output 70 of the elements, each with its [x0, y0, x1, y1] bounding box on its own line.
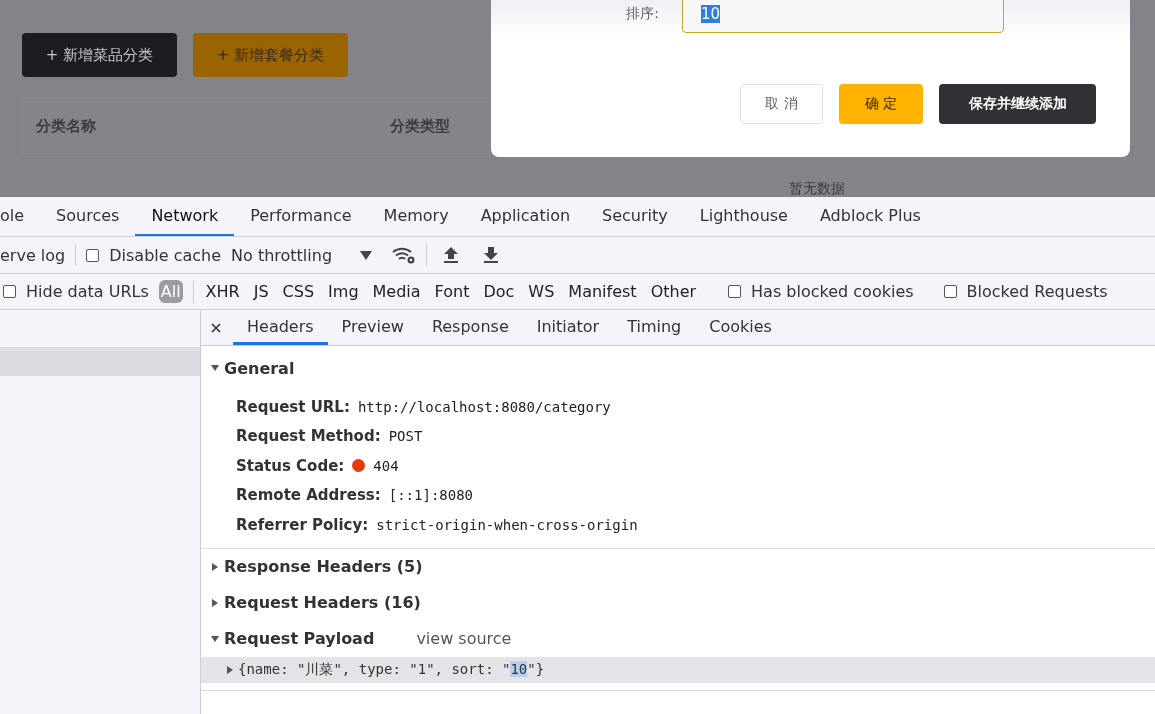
checkbox-label[interactable]: Blocked Requests — [966, 282, 1108, 301]
filter-type[interactable]: Manifest — [566, 280, 639, 303]
detail-tab[interactable]: Headers — [233, 310, 328, 345]
filter-type[interactable]: XHR — [203, 280, 242, 303]
section-title[interactable]: Request Payload — [224, 629, 375, 648]
filter-type[interactable]: JS — [251, 280, 271, 303]
throttling-select[interactable]: No throttling — [231, 245, 333, 265]
view-source-link[interactable]: view source — [416, 629, 512, 648]
detail-tab[interactable]: Preview — [327, 310, 418, 345]
detail-tab[interactable]: Cookies — [695, 310, 786, 345]
devtools-tab[interactable]: Security — [586, 197, 684, 236]
devtools-tab[interactable]: Sources — [40, 197, 136, 236]
devtools-tab[interactable]: Network — [135, 197, 235, 236]
devtools-tab[interactable]: ole — [0, 197, 41, 236]
devtools-tab[interactable]: Memory — [367, 197, 465, 236]
checkbox[interactable] — [86, 248, 100, 262]
close-icon[interactable] — [211, 322, 221, 333]
devtools-tab[interactable]: Lighthouse — [683, 197, 804, 236]
header-key: Request URL: — [236, 397, 350, 416]
preserve-log-label[interactable]: erve log — [0, 245, 66, 265]
header-key: Remote Address: — [236, 486, 381, 505]
filter-type[interactable]: Doc — [481, 280, 517, 303]
section-title[interactable]: General — [224, 358, 295, 378]
sort-field[interactable]: 10 — [682, 0, 1004, 33]
upload-icon[interactable] — [443, 246, 460, 264]
download-icon[interactable] — [483, 246, 500, 264]
header-key: Referrer Policy: — [236, 515, 369, 534]
collapse-triangle-icon[interactable] — [210, 597, 220, 608]
payload-object[interactable]: {name: "川菜", type: "1", sort: "10"} — [238, 660, 545, 679]
empty-text: 暂无数据 — [789, 180, 845, 197]
filter-type[interactable]: Media — [370, 280, 423, 303]
section-title[interactable]: Response Headers (5) — [224, 557, 423, 576]
filter-type[interactable]: Font — [432, 280, 472, 303]
detail-tab[interactable]: Response — [417, 310, 523, 345]
devtools-tab[interactable]: Adblock Plus — [803, 197, 937, 236]
column-header: 分类名称 — [35, 116, 97, 136]
filter-type[interactable]: Img — [326, 280, 361, 303]
detail-tab[interactable]: Timing — [613, 310, 696, 345]
header-key: Status Code: — [236, 456, 345, 475]
devtools-tab[interactable]: Application — [464, 197, 587, 236]
column-header: 分类类型 — [390, 116, 450, 136]
header-value: strict-origin-when-cross-origin — [376, 516, 638, 533]
checkbox-label[interactable]: Disable cache — [109, 245, 222, 265]
checkbox[interactable] — [943, 285, 957, 298]
wifi-settings-icon[interactable] — [392, 246, 417, 264]
cancel-button[interactable]: 取 消 — [740, 84, 823, 124]
checkbox-label[interactable]: Has blocked cookies — [751, 282, 914, 301]
filter-type[interactable]: WS — [526, 280, 557, 303]
checkbox-label[interactable]: Hide data URLs — [26, 282, 149, 301]
dropdown-caret-icon[interactable] — [360, 250, 373, 260]
devtools-tab[interactable]: Performance — [234, 197, 368, 236]
header-value: [::1]:8080 — [388, 487, 474, 504]
header-value: 404 — [373, 457, 399, 474]
expand-triangle-icon[interactable] — [210, 363, 220, 373]
filter-type[interactable]: CSS — [280, 280, 317, 303]
header-key: Request Method: — [236, 427, 381, 446]
confirm-button[interactable]: 确 定 — [839, 84, 923, 124]
filter-type[interactable]: Other — [648, 280, 699, 303]
header-value: POST — [388, 428, 423, 445]
section-title[interactable]: Request Headers (16) — [224, 593, 421, 612]
save-continue-button[interactable]: 保存并继续添加 — [939, 84, 1096, 124]
detail-tab[interactable]: Initiator — [522, 310, 614, 345]
checkbox[interactable] — [728, 285, 742, 298]
field-label: 排序: — [625, 5, 660, 23]
add-category-button[interactable]: + 新增菜品分类 — [22, 33, 177, 77]
collapse-triangle-icon[interactable] — [225, 664, 235, 675]
collapse-triangle-icon[interactable] — [210, 561, 220, 572]
header-value: http://localhost:8080/category — [357, 398, 611, 415]
expand-triangle-icon[interactable] — [210, 633, 220, 644]
checkbox[interactable] — [3, 285, 16, 298]
